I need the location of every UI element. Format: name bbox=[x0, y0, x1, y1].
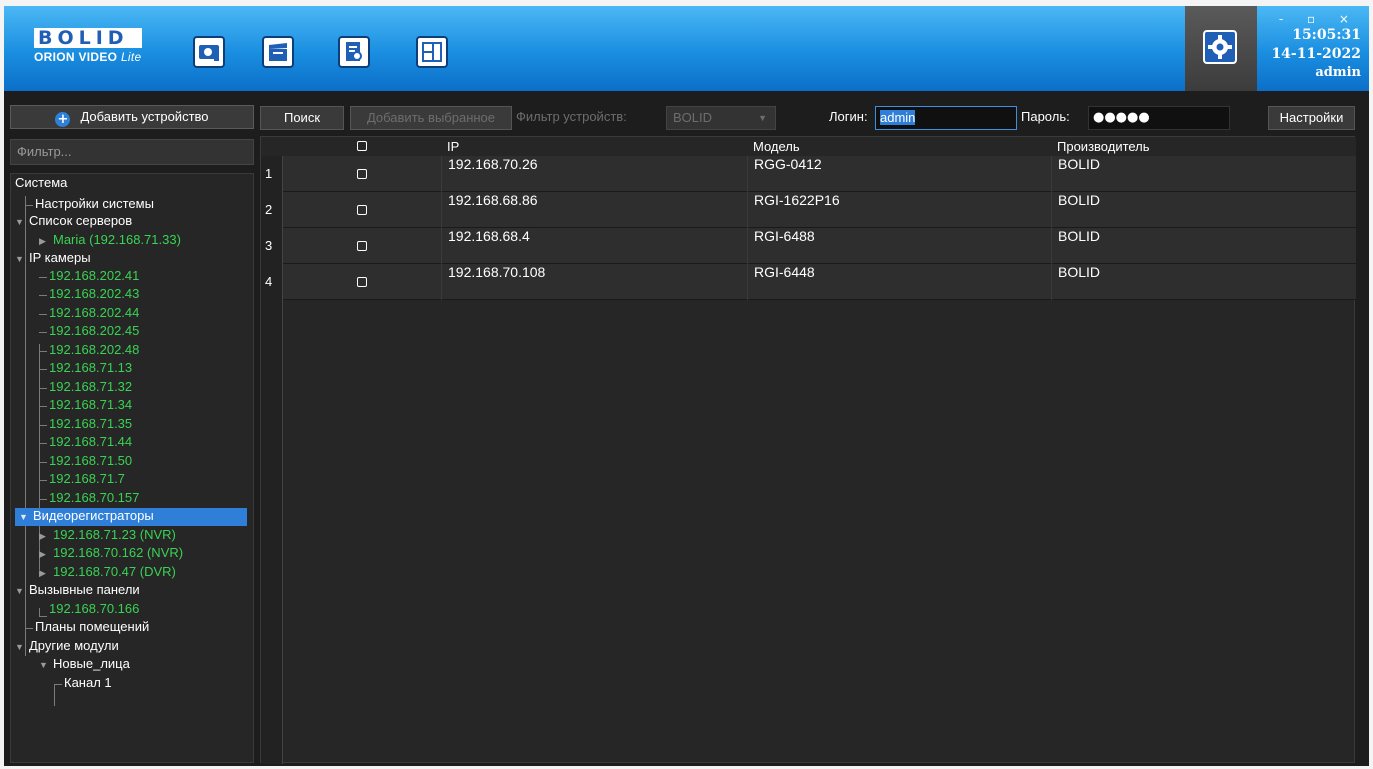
window-controls[interactable]: - ▫ × bbox=[1279, 12, 1359, 26]
table-row[interactable]: 2 192.168.68.86 RGI-1622P16 BOLID bbox=[261, 192, 1356, 228]
row-number: 2 bbox=[261, 192, 283, 228]
settings-button[interactable]: Настройки bbox=[1268, 106, 1355, 130]
tree-node-camera[interactable]: 192.168.71.32 bbox=[49, 379, 132, 397]
cell-model: RGI-6488 bbox=[747, 228, 1051, 264]
tree-node-system-settings[interactable]: Настройки системы bbox=[35, 196, 154, 214]
table-row[interactable]: 3 192.168.68.4 RGI-6488 BOLID bbox=[261, 228, 1356, 264]
cell-vendor: BOLID bbox=[1051, 156, 1351, 192]
tree-node-floor-plans[interactable]: Планы помещений bbox=[35, 619, 149, 637]
bolid-logo: BOLID ORION VIDEO Lite bbox=[34, 27, 142, 64]
cell-vendor: BOLID bbox=[1051, 228, 1351, 264]
cell-model: RGI-6448 bbox=[747, 264, 1051, 300]
cell-ip: 192.168.68.4 bbox=[441, 228, 747, 264]
app-window: BOLID ORION VIDEO Lite - ▫ × 15:05:31 14… bbox=[4, 6, 1369, 766]
tree-node-recorders[interactable]: ▼ Видеорегистраторы bbox=[15, 508, 247, 526]
tree-node-recorder[interactable]: ▶ 192.168.70.162 (NVR) bbox=[39, 545, 183, 563]
cell-model: RGI-1622P16 bbox=[747, 192, 1051, 228]
chevron-right-icon: ▶ bbox=[39, 531, 46, 541]
tree-node-channel[interactable]: Канал 1 bbox=[64, 675, 112, 693]
settings-area bbox=[1185, 6, 1257, 91]
cell-vendor: BOLID bbox=[1051, 264, 1351, 300]
table-header: IP Модель Производитель bbox=[261, 137, 1356, 156]
password-input[interactable]: ●●●●● bbox=[1088, 106, 1230, 130]
add-device-button[interactable]: + Добавить устройство bbox=[10, 105, 254, 129]
chevron-down-icon: ▼ bbox=[15, 217, 24, 227]
tree-node-camera[interactable]: 192.168.71.35 bbox=[49, 416, 132, 434]
top-bar: BOLID ORION VIDEO Lite - ▫ × 15:05:31 14… bbox=[4, 6, 1369, 91]
tree-node-server-maria[interactable]: ▶ Maria (192.168.71.33) bbox=[39, 232, 181, 250]
select-all-checkbox[interactable] bbox=[357, 141, 367, 151]
row-number: 3 bbox=[261, 228, 283, 264]
cell-vendor: BOLID bbox=[1051, 192, 1351, 228]
device-table: IP Модель Производитель 1 192.168.70.26 … bbox=[260, 136, 1356, 764]
tree-node-other-modules[interactable]: ▼ Другие модули bbox=[15, 638, 119, 656]
tree-node-camera[interactable]: 192.168.70.157 bbox=[49, 490, 139, 508]
column-header-model[interactable]: Модель bbox=[753, 137, 800, 156]
tree-node-recorder[interactable]: ▶ 192.168.71.23 (NVR) bbox=[39, 527, 176, 545]
tree-node-camera[interactable]: 192.168.202.45 bbox=[49, 323, 139, 341]
tree-node-servers[interactable]: ▼ Список серверов bbox=[15, 213, 132, 231]
current-user: admin bbox=[1315, 65, 1361, 80]
floor-plan-icon[interactable] bbox=[416, 36, 448, 68]
row-number: 4 bbox=[261, 264, 283, 300]
password-label: Пароль: bbox=[1021, 109, 1070, 124]
device-filter-label: Фильтр устройств: bbox=[516, 109, 627, 124]
cell-ip: 192.168.68.86 bbox=[441, 192, 747, 228]
chevron-down-icon: ▼ bbox=[15, 642, 24, 652]
tree-node-new-faces[interactable]: ▼ Новые_лица bbox=[39, 656, 130, 674]
camera-icon[interactable] bbox=[193, 36, 225, 68]
tree-node-ip-cameras[interactable]: ▼ IP камеры bbox=[15, 250, 91, 268]
search-button[interactable]: Поиск bbox=[260, 106, 344, 130]
tree-node-camera[interactable]: 192.168.71.7 bbox=[49, 471, 125, 489]
chevron-down-icon: ▼ bbox=[39, 660, 48, 670]
chevron-down-icon: ▼ bbox=[15, 586, 24, 596]
tree-node-camera[interactable]: 192.168.202.48 bbox=[49, 342, 139, 360]
tree-node-recorder[interactable]: ▶ 192.168.70.47 (DVR) bbox=[39, 564, 176, 582]
tree-node-camera[interactable]: 192.168.71.44 bbox=[49, 434, 132, 452]
left-panel: + Добавить устройство Фильтр... Система Н… bbox=[10, 99, 254, 763]
tree-node-call-panels[interactable]: ▼ Вызывные панели bbox=[15, 582, 140, 600]
tree-node-camera[interactable]: 192.168.71.50 bbox=[49, 453, 132, 471]
tree-node-camera[interactable]: 192.168.71.34 bbox=[49, 397, 132, 415]
chevron-right-icon: ▶ bbox=[39, 568, 46, 578]
column-header-ip[interactable]: IP bbox=[447, 137, 459, 156]
chevron-down-icon: ▼ bbox=[19, 512, 28, 522]
row-checkbox[interactable] bbox=[357, 241, 367, 251]
device-filter-select[interactable]: BOLID ▼ bbox=[666, 106, 776, 130]
cell-ip: 192.168.70.108 bbox=[441, 264, 747, 300]
cell-model: RGG-0412 bbox=[747, 156, 1051, 192]
login-input[interactable]: admin bbox=[875, 106, 1017, 130]
row-checkbox[interactable] bbox=[357, 169, 367, 179]
table-row[interactable]: 4 192.168.70.108 RGI-6448 BOLID bbox=[261, 264, 1356, 300]
tree-node-call-panel[interactable]: 192.168.70.166 bbox=[49, 601, 139, 619]
tree-node-camera[interactable]: 192.168.202.44 bbox=[49, 305, 139, 323]
row-checkbox[interactable] bbox=[357, 205, 367, 215]
clock-time: 15:05:31 bbox=[1292, 27, 1361, 43]
chevron-down-icon: ▼ bbox=[758, 113, 767, 123]
chevron-right-icon: ▶ bbox=[39, 236, 46, 246]
device-tree: Система Настройки системы ▼ Список сервер… bbox=[10, 173, 254, 763]
column-header-vendor[interactable]: Производитель bbox=[1057, 137, 1150, 156]
chevron-right-icon: ▶ bbox=[39, 549, 46, 559]
chevron-down-icon: ▼ bbox=[15, 254, 24, 264]
clock-date: 14-11-2022 bbox=[1271, 46, 1361, 62]
add-selected-button[interactable]: Добавить выбранное bbox=[350, 106, 512, 130]
tree-node-camera[interactable]: 192.168.202.43 bbox=[49, 286, 139, 304]
clock-panel: - ▫ × 15:05:31 14-11-2022 admin bbox=[1257, 6, 1369, 91]
row-number: 1 bbox=[261, 156, 283, 192]
cell-ip: 192.168.70.26 bbox=[441, 156, 747, 192]
document-search-icon[interactable] bbox=[338, 36, 370, 68]
clapperboard-icon[interactable] bbox=[262, 36, 294, 68]
table-row[interactable]: 1 192.168.70.26 RGG-0412 BOLID bbox=[261, 156, 1356, 192]
row-checkbox[interactable] bbox=[357, 277, 367, 287]
plus-icon: + bbox=[55, 112, 71, 127]
tree-node-system[interactable]: Система bbox=[15, 175, 67, 193]
login-label: Логин: bbox=[829, 109, 868, 124]
tree-node-camera[interactable]: 192.168.202.41 bbox=[49, 268, 139, 286]
gear-icon[interactable] bbox=[1203, 30, 1237, 64]
tree-filter-input[interactable]: Фильтр... bbox=[10, 139, 254, 165]
tree-node-camera[interactable]: 192.168.71.13 bbox=[49, 360, 132, 378]
